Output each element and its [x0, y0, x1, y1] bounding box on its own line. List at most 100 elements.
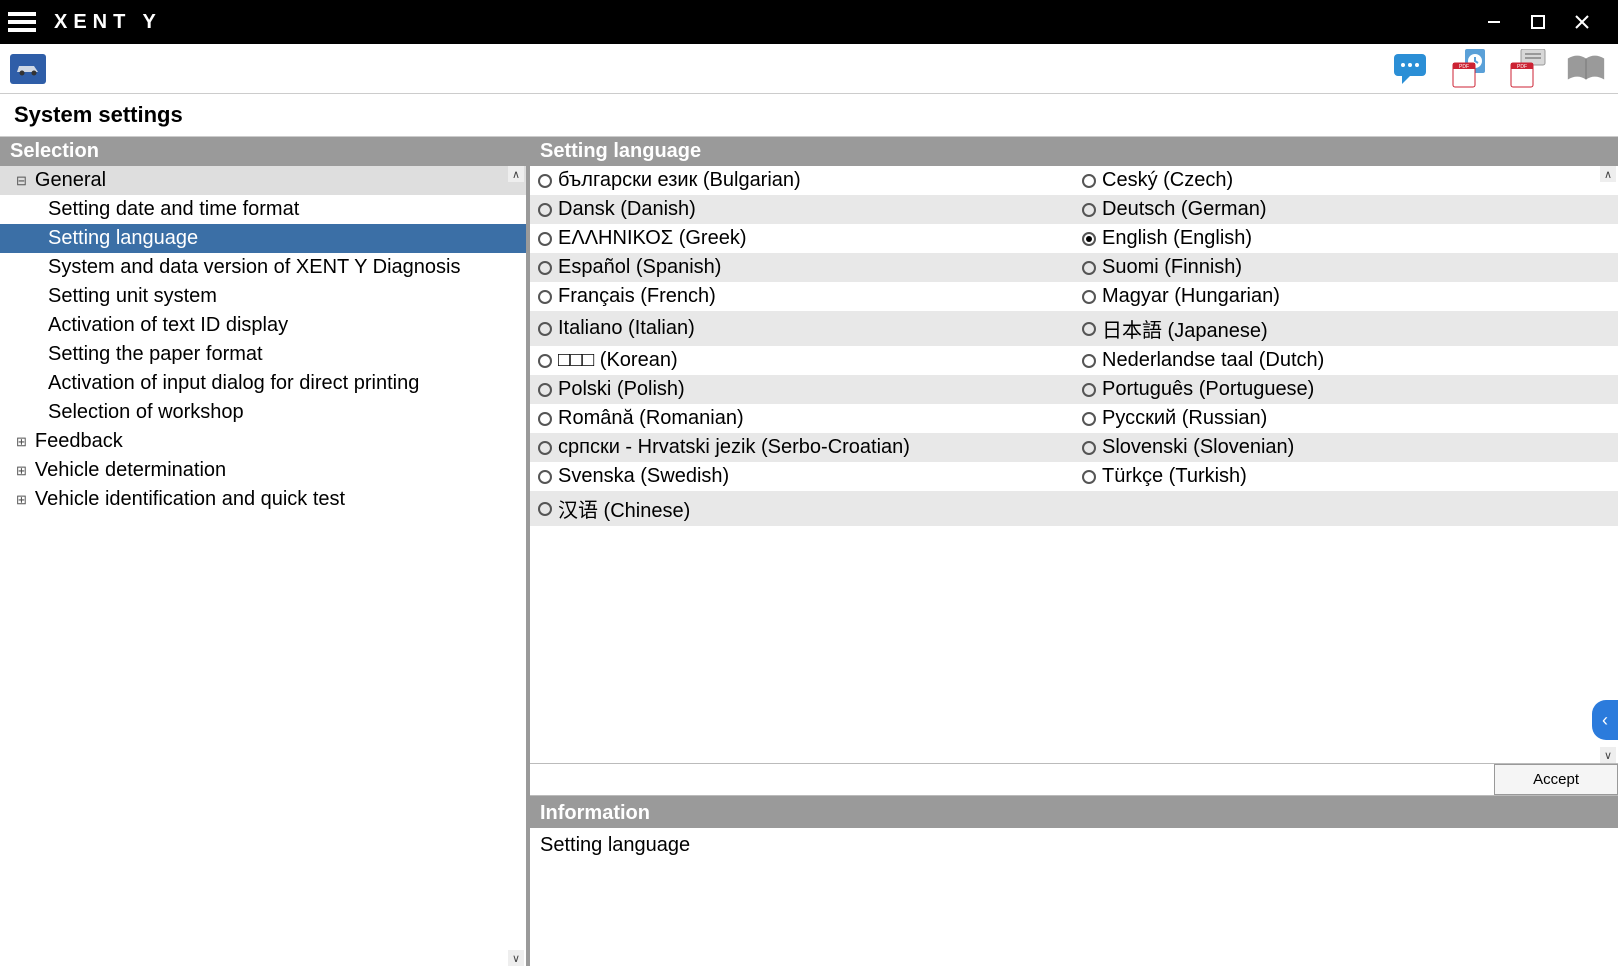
- chat-icon[interactable]: [1390, 49, 1434, 89]
- language-label: Türkçe (Turkish): [1102, 465, 1247, 488]
- radio-icon: [538, 174, 552, 188]
- scroll-down-icon[interactable]: ∨: [1600, 747, 1616, 763]
- accept-bar: Accept: [530, 763, 1618, 796]
- radio-icon: [1082, 441, 1096, 455]
- radio-icon: [1082, 354, 1096, 368]
- information-body: Setting language: [530, 828, 1618, 863]
- radio-icon: [538, 470, 552, 484]
- scroll-up-icon[interactable]: ∧: [508, 166, 524, 182]
- language-grid: български език (Bulgarian) Ceský (Czech) D…: [530, 166, 1618, 763]
- language-label: Português (Portuguese): [1102, 378, 1314, 401]
- language-option[interactable]: Svenska (Swedish): [530, 462, 1074, 491]
- tree-item-child[interactable]: Setting language: [0, 224, 526, 253]
- language-option[interactable]: Română (Romanian): [530, 404, 1074, 433]
- selection-header: Selection: [0, 137, 526, 166]
- scroll-down-icon[interactable]: ∨: [508, 950, 524, 966]
- side-drawer-toggle[interactable]: ‹: [1592, 700, 1618, 740]
- language-option[interactable]: English (English): [1074, 224, 1618, 253]
- language-option[interactable]: български език (Bulgarian): [530, 166, 1074, 195]
- language-label: Svenska (Swedish): [558, 465, 729, 488]
- radio-icon: [538, 203, 552, 217]
- radio-icon: [1082, 261, 1096, 275]
- app-brand: XENT Y: [54, 11, 162, 34]
- language-option[interactable]: Italiano (Italian): [530, 311, 1074, 346]
- language-option[interactable]: Dansk (Danish): [530, 195, 1074, 224]
- language-label: Pусский (Russian): [1102, 407, 1267, 430]
- language-label: Deutsch (German): [1102, 198, 1267, 221]
- language-label: Română (Romanian): [558, 407, 744, 430]
- accept-button[interactable]: Accept: [1494, 764, 1618, 795]
- language-option[interactable]: српски - Hrvatski jezik (Serbo-Croatian): [530, 433, 1074, 462]
- language-option[interactable]: Español (Spanish): [530, 253, 1074, 282]
- language-label: ΕΛΛΗΝΙΚΟΣ (Greek): [558, 227, 747, 250]
- language-option[interactable]: 汉语 (Chinese): [530, 491, 1074, 526]
- pdf-history-icon[interactable]: PDF: [1448, 49, 1492, 89]
- radio-icon: [1082, 470, 1096, 484]
- language-option[interactable]: Suomi (Finnish): [1074, 253, 1618, 282]
- radio-icon: [538, 383, 552, 397]
- language-option: [1074, 491, 1618, 526]
- language-label: Español (Spanish): [558, 256, 721, 279]
- tree-item-general[interactable]: General: [0, 166, 526, 195]
- close-icon[interactable]: [1574, 14, 1590, 30]
- information-header: Information: [530, 799, 1618, 828]
- tree-item-child[interactable]: Activation of input dialog for direct pr…: [0, 369, 526, 398]
- language-label: български език (Bulgarian): [558, 169, 801, 192]
- language-label: Magyar (Hungarian): [1102, 285, 1280, 308]
- language-option[interactable]: Français (French): [530, 282, 1074, 311]
- language-option[interactable]: □□□ (Korean): [530, 346, 1074, 375]
- tree-item-child[interactable]: System and data version of XENT Y Diagno…: [0, 253, 526, 282]
- language-label: Dansk (Danish): [558, 198, 696, 221]
- radio-icon: [538, 232, 552, 246]
- language-option[interactable]: Pусский (Russian): [1074, 404, 1618, 433]
- radio-icon: [538, 322, 552, 336]
- menu-icon[interactable]: [8, 12, 36, 32]
- minimize-icon[interactable]: [1486, 14, 1502, 30]
- radio-icon: [1082, 383, 1096, 397]
- tree-item-vehicle-determination[interactable]: Vehicle determination: [0, 456, 526, 485]
- language-option[interactable]: Türkçe (Turkish): [1074, 462, 1618, 491]
- language-label: Slovenski (Slovenian): [1102, 436, 1294, 459]
- language-option[interactable]: ΕΛΛΗΝΙΚΟΣ (Greek): [530, 224, 1074, 253]
- toolbar: PDF PDF: [0, 44, 1618, 94]
- tree-item-child[interactable]: Activation of text ID display: [0, 311, 526, 340]
- pdf-print-icon[interactable]: PDF: [1506, 49, 1550, 89]
- radio-icon: [1082, 412, 1096, 426]
- tree-item-feedback[interactable]: Feedback: [0, 427, 526, 456]
- language-option[interactable]: 日本語 (Japanese): [1074, 311, 1618, 346]
- tree-item-child[interactable]: Selection of workshop: [0, 398, 526, 427]
- language-option[interactable]: Deutsch (German): [1074, 195, 1618, 224]
- main-split: Selection ∧General Setting date and time…: [0, 136, 1618, 966]
- selection-tree: ∧General Setting date and time formatSet…: [0, 166, 526, 966]
- tree-item-child[interactable]: Setting the paper format: [0, 340, 526, 369]
- tree-item-child[interactable]: Setting date and time format: [0, 195, 526, 224]
- language-label: 日本語 (Japanese): [1102, 314, 1268, 343]
- language-option[interactable]: Polski (Polish): [530, 375, 1074, 404]
- language-option[interactable]: Slovenski (Slovenian): [1074, 433, 1618, 462]
- language-option[interactable]: Português (Portuguese): [1074, 375, 1618, 404]
- window-controls: [1486, 14, 1610, 30]
- svg-text:PDF: PDF: [1517, 64, 1527, 70]
- language-option[interactable]: Magyar (Hungarian): [1074, 282, 1618, 311]
- radio-icon: [1082, 232, 1096, 246]
- radio-icon: [538, 412, 552, 426]
- information-pane: Information Setting language: [530, 796, 1618, 966]
- vehicle-icon[interactable]: [10, 54, 46, 84]
- language-label: Suomi (Finnish): [1102, 256, 1242, 279]
- language-option[interactable]: Nederlandse taal (Dutch): [1074, 346, 1618, 375]
- tree-item-child[interactable]: Setting unit system: [0, 282, 526, 311]
- tree-item-vehicle-identification[interactable]: Vehicle identification and quick test: [0, 485, 526, 514]
- radio-icon: [1082, 322, 1096, 336]
- language-header: Setting language: [530, 137, 1618, 166]
- radio-icon: [538, 261, 552, 275]
- language-option[interactable]: Ceský (Czech): [1074, 166, 1618, 195]
- language-label: 汉语 (Chinese): [558, 494, 690, 523]
- language-label: Polski (Polish): [558, 378, 685, 401]
- language-label: Italiano (Italian): [558, 317, 695, 340]
- maximize-icon[interactable]: [1530, 14, 1546, 30]
- book-icon[interactable]: [1564, 49, 1608, 89]
- radio-icon: [538, 354, 552, 368]
- language-label: српски - Hrvatski jezik (Serbo-Croatian): [558, 436, 910, 459]
- scroll-up-icon[interactable]: ∧: [1600, 166, 1616, 182]
- page-title: System settings: [0, 94, 1618, 136]
